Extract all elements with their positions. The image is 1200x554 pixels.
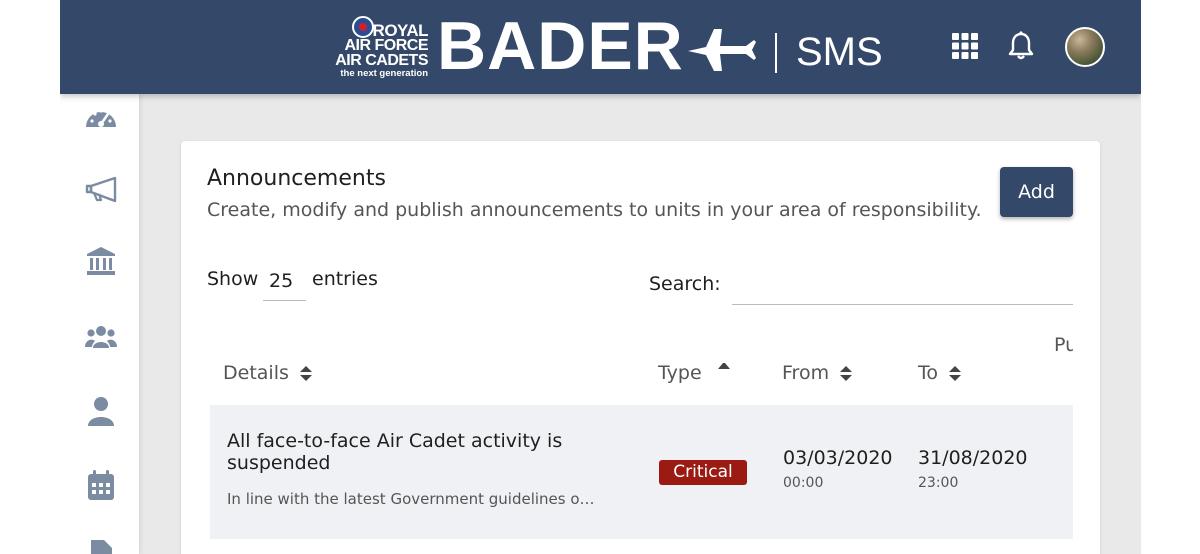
show-label: Show — [207, 268, 259, 290]
rafac-logo: ROYAL AIR FORCE AIR CADETS the next gene… — [332, 14, 429, 80]
search-input[interactable] — [732, 269, 1073, 305]
column-header-to[interactable]: To — [918, 362, 962, 384]
sort-icon — [299, 365, 312, 382]
search-label: Search: — [649, 273, 721, 295]
add-button[interactable]: Add — [1000, 167, 1073, 217]
announcements-card: Announcements Create, modify and publish… — [181, 141, 1100, 554]
dashboard-icon[interactable] — [84, 101, 118, 135]
sort-ascending-icon — [718, 361, 730, 369]
from-date: 03/03/2020 — [783, 447, 893, 469]
brand-tagline: the next generation — [340, 68, 428, 79]
page-title: Announcements — [207, 166, 386, 191]
page-subtitle: Create, modify and publish announcements… — [207, 199, 982, 221]
column-label-to: To — [918, 362, 939, 384]
roundel-icon — [352, 16, 374, 38]
sort-icon — [840, 365, 853, 382]
megaphone-icon[interactable] — [84, 172, 118, 206]
column-label-from: From — [782, 362, 830, 384]
users-icon[interactable] — [84, 320, 118, 354]
from-time: 00:00 — [783, 475, 824, 491]
column-label-details: Details — [223, 362, 289, 384]
logo-divider — [775, 33, 777, 73]
user-avatar[interactable] — [1065, 27, 1105, 67]
to-time: 23:00 — [918, 475, 959, 491]
document-icon[interactable] — [84, 538, 118, 554]
page-size-select[interactable]: 25 — [263, 261, 306, 301]
institution-icon[interactable] — [84, 244, 118, 278]
column-header-type[interactable]: Type — [658, 362, 730, 384]
entries-label: entries — [312, 268, 378, 290]
column-header-from[interactable]: From — [782, 362, 853, 384]
calendar-icon[interactable] — [84, 468, 118, 502]
jet-icon — [688, 29, 756, 71]
announcement-snippet: In line with the latest Government guide… — [227, 490, 602, 508]
brand-line-3: AIR CADETS — [335, 52, 428, 69]
column-header-details[interactable]: Details — [223, 362, 312, 384]
module-name: SMS — [796, 30, 883, 74]
sort-icon — [949, 365, 962, 382]
user-icon[interactable] — [84, 394, 118, 428]
bell-icon[interactable] — [1008, 31, 1034, 61]
app-window: ROYAL AIR FORCE AIR CADETS the next gene… — [60, 0, 1141, 554]
sidebar — [60, 94, 139, 554]
type-badge: Critical — [659, 460, 747, 485]
product-name: BADER — [437, 8, 684, 84]
announcement-title: All face-to-face Air Cadet activity is s… — [227, 430, 563, 474]
top-bar: ROYAL AIR FORCE AIR CADETS the next gene… — [60, 0, 1141, 94]
apps-grid-icon[interactable] — [952, 33, 978, 59]
to-date: 31/08/2020 — [918, 447, 1028, 469]
column-label-type: Type — [658, 362, 702, 384]
table-row[interactable]: All face-to-face Air Cadet activity is s… — [210, 405, 1073, 539]
column-header-published[interactable]: Pu — [1054, 334, 1073, 356]
